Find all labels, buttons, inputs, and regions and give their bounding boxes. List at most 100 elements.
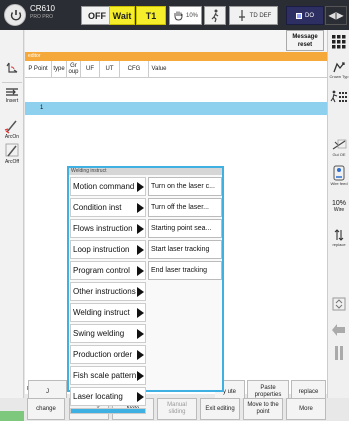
scroll-up-button[interactable]	[328, 296, 349, 312]
jog-grid-button[interactable]	[328, 86, 349, 108]
wire-speed-sub: Wire	[333, 206, 345, 213]
right-toolbar: Crown Typ Gui OE Wire feed 10% Wire repl…	[327, 30, 349, 421]
left-separator	[2, 82, 22, 83]
wire-feed-icon	[333, 165, 345, 180]
do-button[interactable]: DO	[286, 6, 324, 25]
gui-oe-button[interactable]: Gui OE	[328, 135, 349, 159]
menu-item-welding-instruct[interactable]: Welding instruct	[70, 303, 146, 322]
crown-type-button[interactable]: Crown Typ	[328, 58, 349, 82]
pause-button[interactable]	[328, 343, 349, 363]
submenu-turn-off-laser[interactable]: Turn off the laser...	[148, 198, 222, 217]
app-root: CR610 PRO PRO OFF Wait T1 10% TD DEF DO	[0, 0, 349, 421]
chevron-updown-icon	[332, 297, 346, 311]
chevron-right-icon	[137, 371, 144, 381]
chevron-right-icon	[137, 266, 144, 276]
menu-item-flows-instruction[interactable]: Flows instruction	[70, 219, 146, 238]
menu-item-loop-instruction[interactable]: Loop instruction	[70, 240, 146, 259]
wire-speed-value: 10%	[331, 199, 346, 207]
chevron-right-icon	[137, 203, 144, 213]
insert-button[interactable]: Insert	[0, 86, 24, 104]
col-value: Value	[151, 66, 167, 72]
menu-item-laser-locating[interactable]: Laser locating	[70, 387, 146, 406]
jog-person-icon	[330, 90, 347, 103]
manual-sliding-button[interactable]: Manual sliding	[157, 398, 197, 420]
menu-item-production-order[interactable]: Production order	[70, 345, 146, 364]
power-icon	[10, 10, 22, 21]
menu-item-label: Other instructions	[73, 287, 136, 296]
submenu-starting-point-search[interactable]: Starting point sea...	[148, 219, 222, 238]
row-index: 1	[40, 105, 44, 111]
tool-icon	[238, 9, 245, 21]
message-reset-button[interactable]: Message reset	[286, 30, 324, 51]
menu-item-swing-welding[interactable]: Swing welding	[70, 324, 146, 343]
back-button[interactable]	[328, 319, 349, 341]
menu-item-label: Motion command	[73, 182, 135, 191]
home-button[interactable]	[4, 4, 26, 26]
replace-side-button[interactable]: replace	[328, 224, 349, 250]
cut-icon	[332, 139, 347, 149]
person-icon	[211, 9, 219, 22]
instruction-popup: Welding instruct Motion command Conditio…	[67, 166, 224, 414]
chevron-right-icon	[137, 308, 144, 318]
menu-item-motion-command[interactable]: Motion command	[70, 177, 146, 196]
arc-off-icon	[5, 143, 19, 157]
menu-item-condition-inst[interactable]: Condition inst	[70, 198, 146, 217]
menu-item-label: Fish scale pattern	[73, 371, 137, 380]
status-indicator	[0, 411, 24, 421]
menu-item-laser-tracking[interactable]	[70, 408, 146, 414]
insert-label: Insert	[5, 98, 19, 104]
mode-t1[interactable]: T1	[136, 6, 166, 25]
chevron-right-icon	[137, 224, 144, 234]
coord-jog-button[interactable]	[0, 60, 24, 76]
more-button[interactable]: More	[286, 398, 326, 420]
manual-mode-button[interactable]	[204, 6, 226, 25]
wire-feed-label: Wire feed	[330, 180, 348, 186]
chevron-right-icon	[137, 287, 144, 297]
menu-item-label: Loop instruction	[73, 245, 130, 254]
arcon-label: ArcOn	[4, 134, 20, 140]
table-row[interactable]: 1	[25, 102, 327, 115]
exit-editing-button[interactable]: Exit editing	[200, 398, 240, 420]
menu-item-other-instructions[interactable]: Other instructions	[70, 282, 146, 301]
submenu-turn-on-laser[interactable]: Turn on the laser c...	[148, 177, 222, 196]
menu-item-label: Flows instruction	[73, 224, 133, 233]
col-uf: UF	[81, 61, 100, 77]
wire-speed-display[interactable]: 10% Wire	[328, 195, 349, 217]
submenu-start-laser-tracking[interactable]: Start laser tracking	[148, 240, 222, 259]
menu-item-fish-scale-pattern[interactable]: Fish scale pattern	[70, 366, 146, 385]
col-p-point: P Point	[25, 61, 52, 77]
chevron-right-icon	[137, 392, 144, 402]
move-to-point-button[interactable]: Move to the point	[243, 398, 283, 420]
popup-title: Welding instruct	[69, 168, 222, 175]
change-button[interactable]: change	[27, 398, 65, 420]
robot-subtitle: PRO PRO	[30, 14, 54, 20]
menu-item-program-control[interactable]: Program control	[70, 261, 146, 280]
menu-item-label: Program control	[73, 266, 130, 275]
hand-icon	[174, 11, 183, 21]
editor-title: editor	[25, 52, 327, 61]
speed-control[interactable]: 10%	[169, 6, 202, 25]
submenu-end-laser-tracking[interactable]: End laser tracking	[148, 261, 222, 280]
wait-status[interactable]: Wait	[109, 6, 135, 25]
tool-frame-selector[interactable]: TD DEF	[229, 6, 278, 25]
pause-icon	[335, 346, 343, 360]
col-cfg: CFG	[120, 61, 149, 77]
left-toolbar: Insert ArcOn ArcOff	[0, 30, 24, 408]
replace-side-label: replace	[332, 241, 346, 247]
wire-feed-button[interactable]: Wire feed	[328, 162, 349, 188]
grid-menu-icon[interactable]	[332, 35, 346, 49]
crown-icon	[333, 62, 345, 73]
header-band	[25, 30, 327, 52]
chevron-right-icon	[137, 350, 144, 360]
arcon-button[interactable]: ArcOn	[0, 118, 24, 140]
arc-on-icon	[4, 120, 17, 134]
menu-item-label: Welding instruct	[73, 308, 130, 317]
editor-column-header: P Point type Gr oup UF UT CFG Value	[25, 61, 327, 78]
insert-icon	[6, 88, 18, 96]
arcoff-label: ArcOff	[4, 159, 20, 165]
do-square-icon	[296, 12, 302, 19]
arcoff-button[interactable]: ArcOff	[0, 143, 24, 165]
status-bar: CR610 PRO PRO OFF Wait T1 10% TD DEF DO	[0, 0, 349, 30]
chevron-right-icon	[137, 245, 144, 255]
step-button[interactable]: ◀|▶	[325, 6, 347, 25]
